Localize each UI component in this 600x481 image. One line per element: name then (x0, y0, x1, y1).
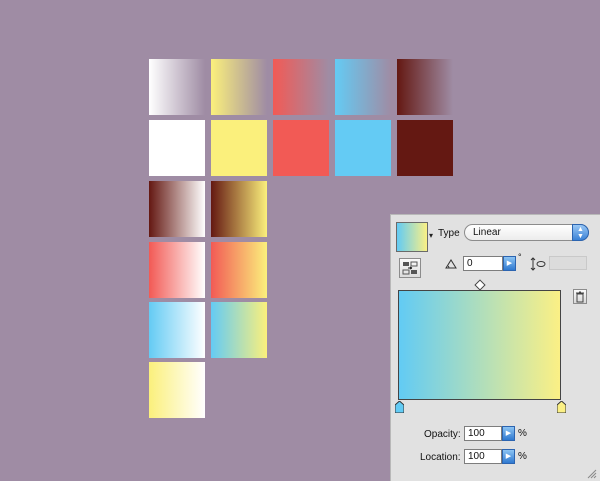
location-percent: % (518, 451, 527, 462)
red-yellow-swatch[interactable] (211, 242, 267, 298)
brown-yellow-swatch[interactable] (211, 181, 267, 237)
red-white-swatch[interactable] (149, 242, 205, 298)
blue-gradient-swatch[interactable] (335, 59, 391, 115)
reverse-gradient-button[interactable] (399, 258, 421, 278)
aspect-ratio-field (549, 256, 587, 270)
delete-stop-icon (576, 291, 584, 303)
type-value: Linear (473, 227, 501, 238)
color-stop-blue-icon[interactable] (395, 401, 404, 413)
brown-white-swatch[interactable] (149, 181, 205, 237)
aspect-ratio-icon (530, 257, 546, 271)
opacity-percent: % (518, 428, 527, 439)
location-stepper[interactable]: ▶ (502, 449, 515, 464)
location-input[interactable]: 100 (464, 449, 502, 464)
yellow-white-swatch[interactable] (149, 362, 205, 418)
white-swatch[interactable] (149, 120, 205, 176)
location-label: Location: (420, 452, 461, 463)
degree-symbol: ° (518, 252, 522, 262)
opacity-stepper[interactable]: ▶ (502, 426, 515, 441)
brown-swatch[interactable] (397, 120, 453, 176)
red-swatch[interactable] (273, 120, 329, 176)
type-label: Type (438, 228, 460, 239)
delete-stop-button[interactable] (573, 289, 587, 304)
chevron-updown-icon: ▲ ▼ (572, 224, 589, 241)
resize-grip-icon[interactable] (585, 467, 597, 479)
angle-input[interactable]: 0 (463, 256, 503, 271)
reverse-gradient-icon (402, 261, 418, 275)
blue-white-swatch[interactable] (149, 302, 205, 358)
gradient-preview-bar[interactable] (398, 290, 561, 400)
white-gradient-swatch[interactable] (149, 59, 205, 115)
gradient-preview[interactable] (396, 222, 428, 252)
yellow-gradient-swatch[interactable] (211, 59, 267, 115)
angle-stepper[interactable]: ▶ (503, 256, 516, 271)
brown-gradient-swatch[interactable] (397, 59, 453, 115)
yellow-swatch[interactable] (211, 120, 267, 176)
blue-swatch[interactable] (335, 120, 391, 176)
blue-yellow-swatch[interactable] (211, 302, 267, 358)
midpoint-diamond[interactable] (474, 279, 486, 291)
dropdown-arrow-icon[interactable]: ▾ (428, 222, 434, 250)
gradient-panel: ▾ Type Linear ▲ ▼ 0 ▶ ° Opacity: 100 ▶ %… (390, 214, 600, 481)
opacity-input[interactable]: 100 (464, 426, 502, 441)
red-gradient-swatch[interactable] (273, 59, 329, 115)
angle-icon (445, 259, 457, 269)
color-stop-yellow-icon[interactable] (557, 401, 566, 413)
opacity-label: Opacity: (424, 429, 461, 440)
type-select[interactable]: Linear ▲ ▼ (464, 224, 589, 241)
